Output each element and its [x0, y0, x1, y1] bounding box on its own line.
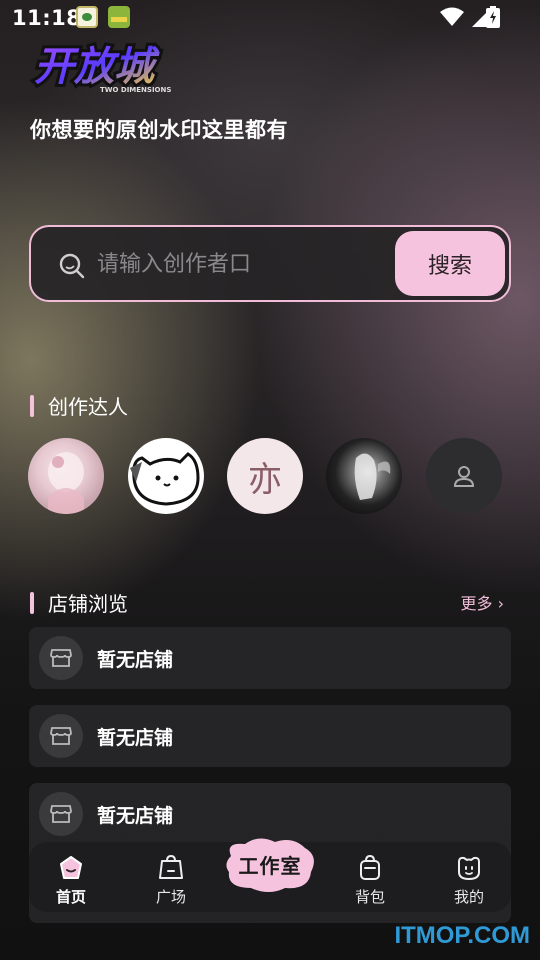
more-stores-link[interactable]: 更多 ›	[461, 590, 505, 614]
nav-item-home[interactable]: 首页	[41, 854, 101, 907]
bag-icon	[159, 854, 183, 879]
store-icon-wrap	[39, 792, 83, 836]
notification-app-icon	[108, 6, 130, 28]
section-accent-bar	[30, 394, 34, 417]
store-label: 暂无店铺	[97, 727, 174, 749]
creators-title: 创作达人	[48, 395, 128, 419]
creator-avatar[interactable]	[28, 438, 104, 514]
creator-avatar[interactable]: 亦	[227, 438, 303, 514]
user-icon	[453, 466, 475, 487]
creator-avatar-char: 亦	[248, 460, 282, 500]
notification-app-icon	[76, 6, 98, 28]
search-input[interactable]	[97, 245, 397, 283]
creator-avatar-placeholder[interactable]	[426, 438, 502, 514]
nav-item-mine[interactable]: 我的	[439, 854, 499, 907]
store-icon-wrap	[39, 714, 83, 758]
face-icon	[458, 856, 480, 880]
creator-avatar[interactable]	[326, 438, 402, 514]
battery-icon	[486, 6, 500, 28]
store-icon	[50, 649, 72, 667]
creator-avatar[interactable]	[128, 438, 204, 514]
store-icon	[50, 805, 72, 823]
status-icons	[440, 7, 492, 27]
store-icon-wrap	[39, 636, 83, 680]
creator-avatar-image	[354, 453, 391, 500]
nav-label-mine: 我的	[453, 888, 484, 906]
backpack-icon	[360, 854, 380, 880]
search-button[interactable]: 搜索	[395, 231, 505, 296]
site-watermark: ITMOP.COM	[394, 922, 530, 949]
logo-subtext: TWO DIMENSIONS	[100, 86, 171, 94]
section-accent-bar	[30, 591, 34, 614]
status-time: 11:18	[12, 6, 82, 30]
store-label: 暂无店铺	[97, 805, 174, 827]
nav-label-backpack: 背包	[354, 888, 385, 906]
creators-section-title: 创作达人	[30, 391, 128, 420]
home-icon	[60, 856, 82, 879]
wifi-icon	[440, 7, 464, 26]
nav-item-backpack[interactable]: 背包	[340, 854, 400, 907]
status-bar: 11:18	[0, 0, 540, 36]
store-card[interactable]: 暂无店铺	[29, 705, 511, 767]
nav-item-square[interactable]: 广场	[141, 854, 201, 907]
creator-avatar-image	[130, 452, 200, 506]
studio-button[interactable]: 工作室	[223, 836, 317, 894]
creator-avatar-image	[48, 452, 84, 514]
store-label: 暂无店铺	[97, 649, 174, 671]
store-card[interactable]: 暂无店铺	[29, 627, 511, 689]
search-box: 搜索	[29, 225, 511, 302]
tagline: 你想要的原创水印这里都有	[30, 118, 288, 142]
stores-title: 店铺浏览	[48, 592, 128, 616]
store-icon	[50, 727, 72, 745]
bottom-nav: 首页 广场 工作室 背包 我的	[29, 838, 511, 912]
logo-text: 开放城	[34, 44, 160, 90]
nav-label-home: 首页	[55, 888, 86, 906]
studio-label: 工作室	[238, 854, 302, 878]
stores-section-title: 店铺浏览	[30, 588, 128, 617]
app-logo: 开放城 开放城 TWO DIMENSIONS	[30, 34, 180, 96]
search-icon	[59, 253, 85, 279]
nav-label-square: 广场	[155, 888, 186, 906]
